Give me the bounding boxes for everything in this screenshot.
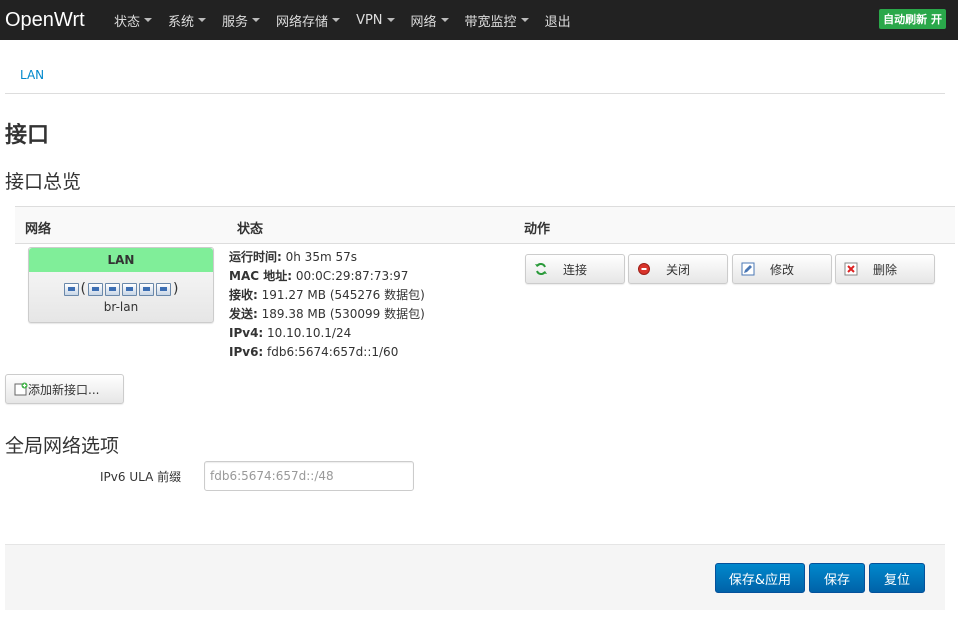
caret-down-icon	[440, 18, 449, 22]
caret-down-icon	[332, 18, 341, 22]
connect-button[interactable]: 连接	[525, 254, 625, 284]
save-apply-button[interactable]: 保存&应用	[715, 563, 805, 593]
ethernet-port-icon	[156, 282, 171, 296]
status-tx: 发送: 189.38 MB (530099 数据包)	[229, 307, 425, 321]
menu-status[interactable]: 状态	[114, 0, 162, 40]
ula-prefix-input[interactable]	[204, 461, 414, 491]
interface-ports: ( )	[29, 280, 213, 298]
bridge-icon	[63, 282, 79, 296]
section-title: 接口总览	[5, 171, 82, 193]
tab-lan[interactable]: LAN	[20, 68, 44, 82]
page-title: 接口	[5, 123, 50, 148]
caret-down-icon	[520, 18, 529, 22]
status-uptime: 运行时间: 0h 35m 57s	[229, 250, 357, 264]
edit-icon	[741, 262, 755, 276]
ethernet-port-icon	[139, 282, 154, 296]
menu-bandwidth[interactable]: 带宽监控	[465, 0, 539, 40]
caret-down-icon	[252, 18, 261, 22]
ethernet-port-icon	[105, 282, 120, 296]
add-icon	[14, 382, 28, 396]
status-ipv6: IPv6: fdb6:5674:657d::1/60	[229, 345, 399, 359]
interface-status: 运行时间: 0h 35m 57s MAC 地址: 00:0C:29:87:73:…	[229, 248, 425, 362]
reload-icon	[535, 263, 547, 275]
menu-system[interactable]: 系统	[168, 0, 216, 40]
autorefresh-toggle[interactable]: 自动刷新 开	[879, 9, 946, 29]
status-ipv4: IPv4: 10.10.10.1/24	[229, 326, 352, 340]
menu-network[interactable]: 网络	[411, 0, 459, 40]
stop-icon	[638, 263, 650, 275]
footer-actions: 保存&应用 保存 复位	[5, 544, 945, 610]
header-action: 动作	[524, 222, 551, 237]
ula-prefix-label: IPv6 ULA 前缀	[100, 470, 182, 484]
main-menu: 状态 系统 服务 网络存储 VPN 网络 带宽监控 退出	[108, 0, 581, 40]
caret-down-icon	[386, 18, 395, 22]
interface-card-lan: LAN ( ) br-lan	[28, 247, 214, 323]
menu-nas[interactable]: 网络存储	[276, 0, 350, 40]
add-interface-button[interactable]: 添加新接口...	[5, 374, 124, 404]
table-header: 网络 状态 动作	[15, 206, 955, 244]
menu-vpn[interactable]: VPN	[356, 0, 404, 40]
save-button[interactable]: 保存	[809, 563, 865, 593]
menu-services[interactable]: 服务	[222, 0, 270, 40]
brand-logo[interactable]: OpenWrt	[0, 9, 108, 32]
interface-name: LAN	[29, 248, 213, 272]
close-button[interactable]: 关闭	[628, 254, 728, 284]
ethernet-port-icon	[88, 282, 103, 296]
edit-button[interactable]: 修改	[732, 254, 832, 284]
delete-icon	[844, 262, 858, 276]
delete-button[interactable]: 删除	[835, 254, 935, 284]
global-options-title: 全局网络选项	[5, 435, 120, 457]
reset-button[interactable]: 复位	[869, 563, 925, 593]
caret-down-icon	[144, 18, 153, 22]
caret-down-icon	[198, 18, 207, 22]
ethernet-port-icon	[122, 282, 137, 296]
menu-logout[interactable]: 退出	[545, 0, 581, 40]
interface-device: br-lan	[103, 300, 139, 314]
breadcrumb: LAN	[5, 60, 945, 94]
status-rx: 接收: 191.27 MB (545276 数据包)	[229, 288, 425, 302]
top-navbar: OpenWrt 状态 系统 服务 网络存储 VPN 网络 带宽监控 退出 自动刷…	[0, 0, 958, 40]
header-network: 网络	[25, 222, 52, 237]
status-mac: MAC 地址: 00:0C:29:87:73:97	[229, 269, 409, 283]
header-status: 状态	[237, 222, 264, 237]
